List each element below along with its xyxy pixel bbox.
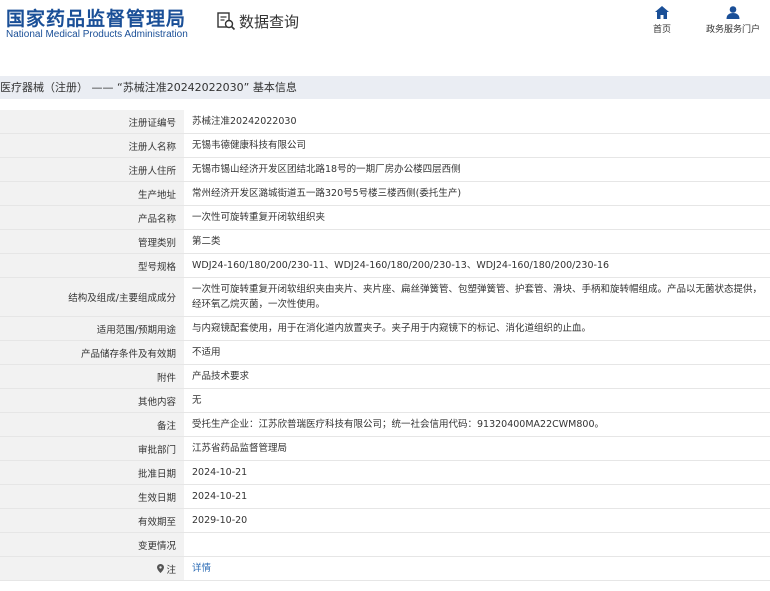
row-value: 2024-10-21 bbox=[192, 491, 248, 502]
site-header: 国家药品监督管理局 National Medical Products Admi… bbox=[0, 0, 770, 68]
detail-table: 注册证编号 苏械注准20242022030 注册人名称 无锡韦德健康科技有限公司… bbox=[0, 110, 770, 581]
row-value: 受托生产企业：江苏欣普瑞医疗科技有限公司；统一社会信用代码：91320400MA… bbox=[192, 419, 604, 430]
table-row: 型号规格 WDJ24-160/180/200/230-11、WDJ24-160/… bbox=[0, 254, 770, 278]
table-row: 附件 产品技术要求 bbox=[0, 365, 770, 389]
row-label: 注册人住所 bbox=[0, 158, 184, 181]
row-label: 型号规格 bbox=[0, 254, 184, 277]
row-value: 无锡韦德健康科技有限公司 bbox=[192, 140, 307, 151]
row-label-note: 注 bbox=[0, 557, 184, 580]
row-value: WDJ24-160/180/200/230-11、WDJ24-160/180/2… bbox=[192, 260, 610, 271]
table-row: 生效日期 2024-10-21 bbox=[0, 485, 770, 509]
row-label: 生产地址 bbox=[0, 182, 184, 205]
row-value: 苏械注准20242022030 bbox=[192, 116, 297, 127]
table-row: 其他内容 无 bbox=[0, 389, 770, 413]
nav-home-label: 首页 bbox=[652, 25, 671, 35]
row-value: 无 bbox=[192, 395, 202, 406]
row-label: 产品名称 bbox=[0, 206, 184, 229]
table-row: 注册人住所 无锡市锡山经济开发区团结北路18号的一期厂房办公楼四层西侧 bbox=[0, 158, 770, 182]
table-row: 结构及组成/主要组成成分 一次性可旋转重复开闭软组织夹由夹片、夹片座、扁丝弹簧管… bbox=[0, 278, 770, 317]
row-label: 适用范围/预期用途 bbox=[0, 317, 184, 340]
row-label: 注册人名称 bbox=[0, 134, 184, 157]
table-row: 管理类别 第二类 bbox=[0, 230, 770, 254]
table-row: 备注 受托生产企业：江苏欣普瑞医疗科技有限公司；统一社会信用代码：9132040… bbox=[0, 413, 770, 437]
row-value: 常州经济开发区潞城街道五一路320号5号楼三楼西侧(委托生产) bbox=[192, 188, 462, 199]
site-logo-cn[interactable]: 国家药品监督管理局 bbox=[6, 4, 186, 31]
row-label: 生效日期 bbox=[0, 485, 184, 508]
location-pin-icon bbox=[157, 564, 165, 573]
row-label: 注册证编号 bbox=[0, 110, 184, 133]
row-label: 产品储存条件及有效期 bbox=[0, 341, 184, 364]
row-value: 江苏省药品监督管理局 bbox=[192, 443, 288, 454]
row-label: 管理类别 bbox=[0, 230, 184, 253]
breadcrumb: 医疗器械（注册） —— “苏械注准20242022030” 基本信息 bbox=[0, 76, 770, 99]
table-row: 产品名称 一次性可旋转重复开闭软组织夹 bbox=[0, 206, 770, 230]
table-row: 注册人名称 无锡韦德健康科技有限公司 bbox=[0, 134, 770, 158]
row-value: 第二类 bbox=[192, 236, 221, 247]
row-label: 结构及组成/主要组成成分 bbox=[0, 278, 184, 316]
row-label: 审批部门 bbox=[0, 437, 184, 460]
site-logo-en[interactable]: National Medical Products Administration bbox=[6, 29, 188, 40]
row-value: 产品技术要求 bbox=[192, 371, 250, 382]
nav-gov-service-label: 政务服务门户 bbox=[705, 25, 760, 35]
table-row: 适用范围/预期用途 与内窥镜配套使用，用于在消化道内放置夹子。夹子用于内窥镜下的… bbox=[0, 317, 770, 341]
row-value bbox=[184, 533, 770, 556]
details-link[interactable]: 详情 bbox=[192, 561, 211, 576]
row-label: 附件 bbox=[0, 365, 184, 388]
row-value: 与内窥镜配套使用，用于在消化道内放置夹子。夹子用于内窥镜下的标记、消化道组织的止… bbox=[192, 323, 592, 334]
table-row: 有效期至 2029-10-20 bbox=[0, 509, 770, 533]
row-value: 一次性可旋转重复开闭软组织夹由夹片、夹片座、扁丝弹簧管、包塑弹簧管、护套管、滑块… bbox=[192, 284, 763, 310]
user-icon bbox=[726, 6, 740, 19]
data-query-title: 数据查询 bbox=[216, 10, 299, 32]
data-query-label: 数据查询 bbox=[239, 12, 300, 31]
table-row: 变更情况 bbox=[0, 533, 770, 557]
table-row: 生产地址 常州经济开发区潞城街道五一路320号5号楼三楼西侧(委托生产) bbox=[0, 182, 770, 206]
row-value: 2029-10-20 bbox=[192, 515, 248, 526]
table-row: 批准日期 2024-10-21 bbox=[0, 461, 770, 485]
table-row: 审批部门 江苏省药品监督管理局 bbox=[0, 437, 770, 461]
data-query-icon bbox=[217, 12, 236, 31]
row-label: 备注 bbox=[0, 413, 184, 436]
row-label: 批准日期 bbox=[0, 461, 184, 484]
nav-gov-service[interactable]: 政务服务门户 bbox=[701, 6, 765, 35]
table-row: 产品储存条件及有效期 不适用 bbox=[0, 341, 770, 365]
row-value: 不适用 bbox=[192, 347, 221, 358]
table-row: 注 详情 bbox=[0, 557, 770, 581]
row-label: 注 bbox=[166, 564, 176, 576]
table-row: 注册证编号 苏械注准20242022030 bbox=[0, 110, 770, 134]
row-label: 有效期至 bbox=[0, 509, 184, 532]
row-value: 一次性可旋转重复开闭软组织夹 bbox=[192, 212, 326, 223]
row-value: 2024-10-21 bbox=[192, 467, 248, 478]
nav-home[interactable]: 首页 bbox=[630, 6, 694, 35]
home-icon bbox=[655, 6, 669, 19]
row-label: 其他内容 bbox=[0, 389, 184, 412]
row-value: 无锡市锡山经济开发区团结北路18号的一期厂房办公楼四层西侧 bbox=[192, 164, 461, 175]
row-label: 变更情况 bbox=[0, 533, 184, 556]
row-value: 详情 bbox=[184, 557, 770, 580]
